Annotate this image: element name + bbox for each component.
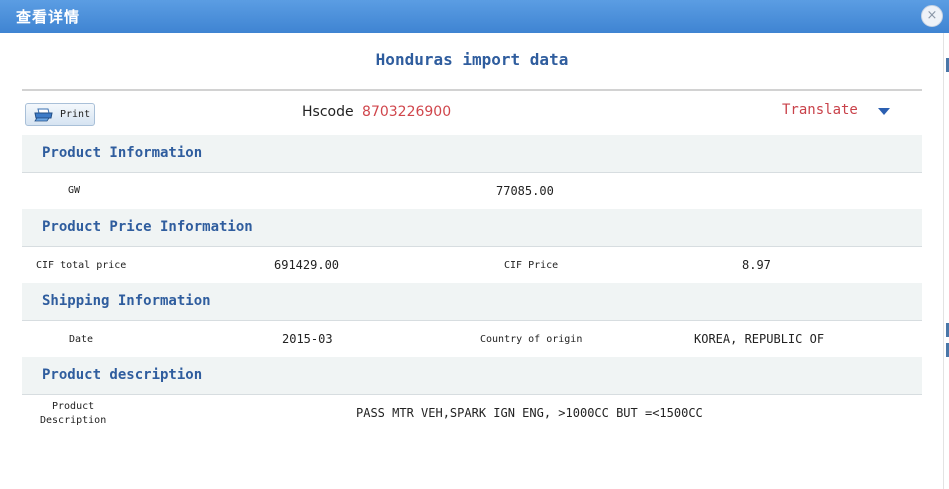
date-value: 2015-03 xyxy=(282,332,333,346)
title-divider xyxy=(22,89,922,91)
description-value: PASS MTR VEH,SPARK IGN ENG, >1000CC BUT … xyxy=(356,406,703,420)
section-header: Product Price Information xyxy=(42,219,253,235)
hscode-display: Hscode 8703226900 xyxy=(302,104,451,120)
close-icon[interactable]: × xyxy=(921,5,943,27)
right-scroll-edge xyxy=(943,33,949,489)
section-product-description: Product description xyxy=(22,357,922,395)
section-shipping-information: Shipping Information xyxy=(22,283,922,321)
hscode-label: Hscode xyxy=(302,104,354,120)
cif-total-value: 691429.00 xyxy=(274,258,340,272)
section-header: Product Information xyxy=(42,145,203,161)
date-label: Date xyxy=(69,334,94,345)
gw-value: 77085.00 xyxy=(496,184,554,198)
hscode-value: 8703226900 xyxy=(362,104,452,120)
chevron-down-icon[interactable] xyxy=(878,108,890,115)
cif-price-label: CIF Price xyxy=(504,260,559,271)
page-title: Honduras import data xyxy=(375,50,569,69)
translate-link[interactable]: Translate xyxy=(782,102,858,118)
print-label: Print xyxy=(60,109,91,120)
section-price-information: Product Price Information xyxy=(22,209,922,247)
section-header: Shipping Information xyxy=(42,293,211,309)
print-button[interactable]: Print xyxy=(25,103,95,126)
cif-total-label: CIF total price xyxy=(36,260,127,271)
section-header: Product description xyxy=(42,367,203,383)
dialog-titlebar: 查看详情 xyxy=(0,0,949,33)
printer-icon xyxy=(34,108,53,122)
origin-label: Country of origin xyxy=(480,334,583,345)
cif-price-value: 8.97 xyxy=(742,258,771,272)
gw-label: GW xyxy=(68,185,81,196)
dialog-title: 查看详情 xyxy=(16,8,81,26)
description-label-line2: Description xyxy=(40,415,107,426)
section-product-information: Product Information xyxy=(22,135,922,173)
description-label-line1: Product xyxy=(52,401,95,412)
origin-value: KOREA, REPUBLIC OF xyxy=(694,332,825,346)
